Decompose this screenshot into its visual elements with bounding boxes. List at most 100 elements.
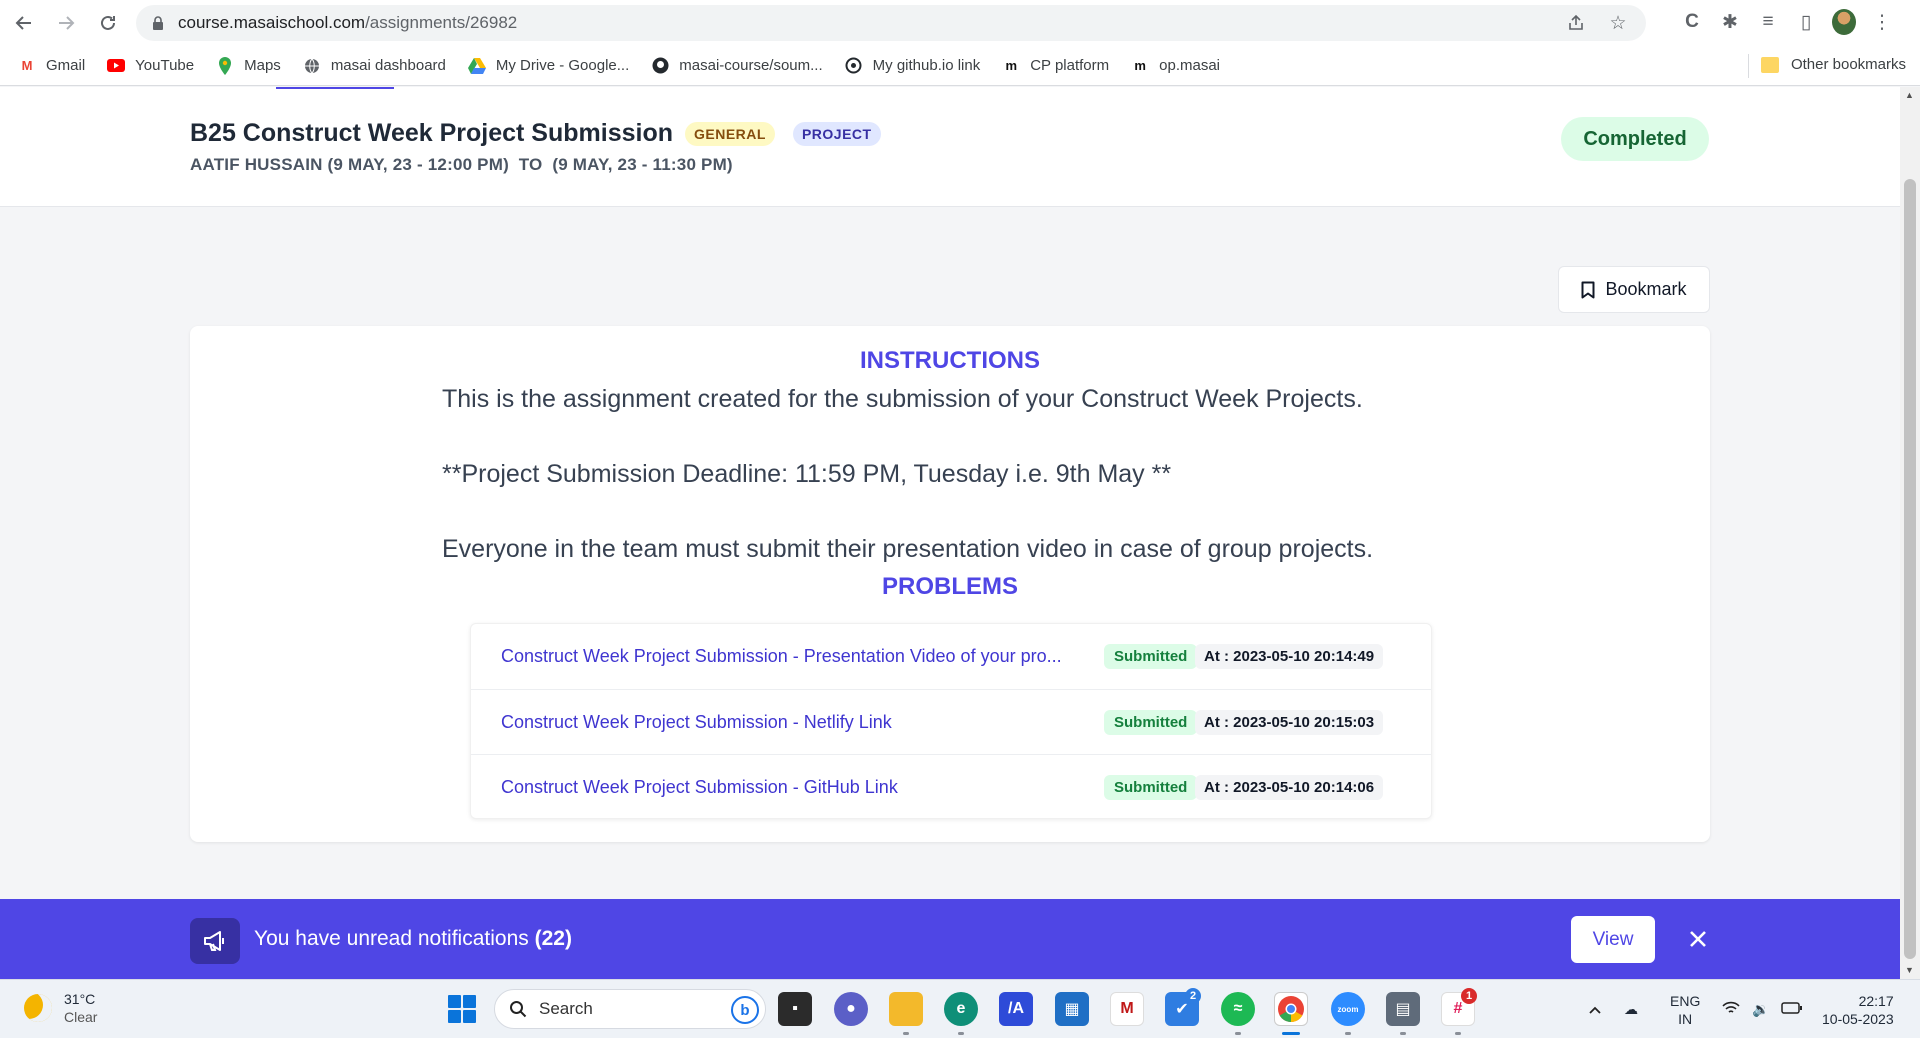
onedrive-icon[interactable]: ☁ [1624,980,1638,1038]
edge-icon[interactable]: e [944,992,978,1026]
language-indicator[interactable]: ENG IN [1670,980,1700,1038]
chrome-icon[interactable] [1274,992,1308,1026]
instructions-heading: INSTRUCTIONS [860,347,1040,374]
megaphone-icon [190,918,240,964]
clock[interactable]: 22:17 10-05-2023 [1822,980,1894,1038]
submitted-badge: Submitted [1104,774,1198,800]
github-io-icon [845,57,863,75]
volume-icon: 🔉 [1752,1001,1770,1017]
problem-link[interactable]: Construct Week Project Submission - Pres… [501,646,1062,667]
star-icon[interactable]: ☆ [1606,11,1630,35]
tag-project: PROJECT [792,121,881,146]
mcafee-icon[interactable]: M [1110,992,1144,1026]
list-item[interactable]: Construct Week Project Submission - GitH… [471,754,1431,819]
view-notifications-button[interactable]: View [1571,916,1655,963]
problem-link[interactable]: Construct Week Project Submission - GitH… [501,777,898,798]
scroll-up-icon[interactable]: ▲ [1905,90,1914,100]
submitted-time: At : 2023-05-10 20:14:49 [1195,644,1384,669]
extension-c-icon[interactable]: C [1680,10,1704,34]
file-explorer-icon[interactable] [889,992,923,1026]
notification-bar: You have unread notifications (22) View [0,899,1900,979]
calculator-icon[interactable]: ▤ [1386,992,1420,1026]
bookmark-label: Maps [244,57,281,74]
bookmark-label: My Drive - Google... [495,57,630,74]
bookmark-icon [1581,281,1595,298]
instruction-line: Everyone in the team must submit their p… [442,535,1374,563]
drive-icon [467,57,486,75]
bookmark-github-io[interactable]: My github.io link [845,57,980,75]
address-bar[interactable]: course.masaischool.com/assignments/26982… [136,5,1646,41]
running-indicator [903,1032,909,1035]
bookmarks-divider [1748,54,1749,78]
bookmark-my-drive[interactable]: My Drive - Google... [467,57,630,75]
browser-toolbar: course.masaischool.com/assignments/26982… [0,0,1920,46]
folder-icon [1760,56,1779,73]
kebab-menu-icon[interactable]: ⋮ [1870,10,1894,34]
zoom-icon[interactable]: zoom [1331,992,1365,1026]
spotify-icon[interactable]: ≈ [1221,992,1255,1026]
store-icon[interactable]: ▦ [1055,992,1089,1026]
bookmarks-bar: M Gmail YouTube Maps masai dashboard My … [0,46,1920,86]
gmail-icon: M [21,58,33,73]
bookmark-masai-dashboard[interactable]: masai dashboard [303,57,446,75]
url-host: course.masaischool.com [178,13,366,32]
submitted-time: At : 2023-05-10 20:14:06 [1195,774,1384,800]
submitted-time: At : 2023-05-10 20:15:03 [1195,709,1384,735]
lock-icon [150,15,166,31]
clock-date: 10-05-2023 [1822,1010,1894,1027]
notification-count: (22) [534,927,572,950]
submitted-badge: Submitted [1104,709,1198,735]
bookmark-youtube[interactable]: YouTube [107,57,194,75]
reload-icon[interactable] [90,5,126,41]
taskbar-search[interactable]: Search b [494,989,766,1029]
vs-code-icon[interactable]: /A [999,992,1033,1026]
bookmark-op-masai[interactable]: m op.masai [1131,57,1220,75]
share-icon[interactable] [1564,11,1588,35]
scroll-down-icon[interactable]: ▼ [1905,965,1914,975]
media-control-icon[interactable]: ≡ [1756,10,1780,34]
bookmark-label: Gmail [46,57,86,74]
list-item[interactable]: Construct Week Project Submission - Pres… [471,624,1431,689]
bing-icon[interactable]: b [731,996,759,1024]
other-bookmarks-label: Other bookmarks [1790,56,1906,73]
teams-chat-icon[interactable]: ● [834,992,868,1026]
task-view-icon[interactable]: ▪ [778,992,812,1026]
maps-icon [216,56,234,75]
close-icon[interactable] [1680,921,1716,957]
instruction-line: **Project Submission Deadline: 11:59 PM,… [442,460,1172,488]
scrollbar-thumb[interactable] [1904,179,1916,959]
youtube-icon [107,57,126,75]
scrollbar[interactable]: ▲ ▼ [1900,87,1920,979]
back-arrow-icon[interactable] [6,5,42,41]
assignment-header: B25 Construct Week Project Submission GE… [0,87,1900,207]
problems-list: Construct Week Project Submission - Pres… [470,623,1432,819]
puzzle-icon[interactable]: ✱ [1718,10,1742,34]
status-badge: Completed [1561,117,1709,161]
bookmark-cp-platform[interactable]: m CP platform [1002,57,1109,75]
bookmark-gmail[interactable]: M Gmail [18,57,86,75]
problems-heading: PROBLEMS [881,573,1018,600]
bookmark-masai-course[interactable]: masai-course/soum... [651,57,823,75]
problem-link[interactable]: Construct Week Project Submission - Netl… [501,712,892,733]
other-bookmarks[interactable]: Other bookmarks [1760,56,1906,73]
list-item[interactable]: Construct Week Project Submission - Netl… [471,689,1431,754]
assignment-schedule: AATIF HUSSAIN (9 MAY, 23 - 12:00 PM) TO … [190,155,733,174]
region: IN [1678,1010,1693,1027]
bookmark-maps[interactable]: Maps [216,56,281,75]
bookmark-label: masai-course/soum... [679,57,823,74]
notification-message: You have unread notifications [254,927,529,950]
weather-widget[interactable]: 31°C Clear [24,990,97,1026]
search-label: Search [539,999,593,1018]
bookmark-label: CP platform [1030,57,1110,74]
side-panel-icon[interactable]: ▯ [1794,10,1818,34]
show-hidden-icons[interactable] [1588,980,1602,1038]
forward-arrow-icon[interactable] [48,5,84,41]
windows-start-icon[interactable] [448,995,476,1023]
running-indicator [1455,1032,1461,1035]
notification-text: You have unread notifications (22) [254,927,572,951]
bookmark-button[interactable]: Bookmark [1558,266,1710,313]
bookmark-label: YouTube [135,57,195,74]
avatar[interactable] [1832,9,1856,35]
system-tray[interactable]: 🔉 [1722,980,1803,1038]
submitted-badge: Submitted [1104,644,1198,669]
